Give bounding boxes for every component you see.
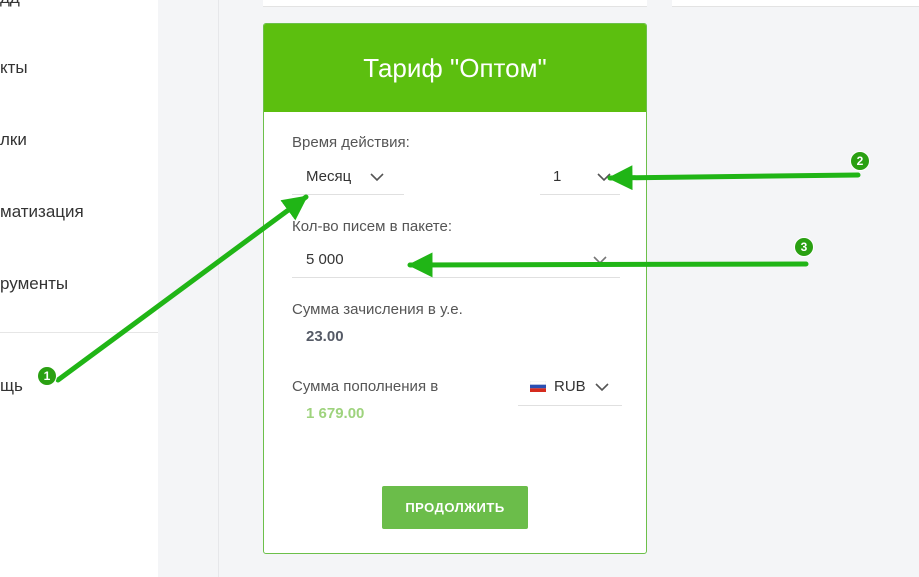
- sidebar-item-top[interactable]: дд: [0, 0, 20, 8]
- sidebar-item-automation[interactable]: матизация: [0, 202, 84, 222]
- letters-label: Кол-во писем в пакете:: [292, 218, 453, 235]
- annotation-badge-1: 1: [37, 366, 57, 386]
- topup-value: 1 679.00: [306, 405, 365, 422]
- period-select-value: Месяц: [306, 168, 352, 185]
- top-card-left: [263, 0, 647, 7]
- sidebar-divider: [0, 332, 158, 333]
- sidebar: дд кты лки матизация рументы щь: [0, 0, 158, 577]
- chevron-down-icon: [370, 172, 384, 181]
- count-select[interactable]: 1: [540, 159, 620, 195]
- duration-label: Время действия:: [292, 134, 410, 151]
- chevron-down-icon: [593, 255, 607, 264]
- annotation-badge-2: 2: [850, 151, 870, 171]
- currency-select-value: RUB: [554, 378, 586, 395]
- sidebar-item-contacts[interactable]: кты: [0, 58, 28, 78]
- top-card-right: [672, 0, 919, 7]
- arrow-2: [607, 165, 861, 191]
- continue-button[interactable]: ПРОДОЛЖИТЬ: [382, 486, 528, 529]
- sidebar-item-mailings[interactable]: лки: [0, 130, 27, 150]
- credit-value: 23.00: [306, 328, 344, 345]
- sidebar-item-help[interactable]: щь: [0, 376, 23, 396]
- chevron-down-icon: [595, 382, 609, 391]
- letters-select[interactable]: 5 000: [292, 242, 620, 278]
- period-select[interactable]: Месяц: [292, 159, 404, 195]
- topup-label: Сумма пополнения в: [292, 378, 439, 395]
- tariff-card: Тариф "Оптом" Время действия: Месяц 1 Ко…: [263, 23, 647, 554]
- page: дд кты лки матизация рументы щь Тариф "О…: [0, 0, 919, 577]
- sidebar-item-tools[interactable]: рументы: [0, 274, 68, 294]
- credit-label: Сумма зачисления в у.е.: [292, 301, 463, 318]
- count-select-value: 1: [553, 168, 562, 185]
- currency-select[interactable]: RUB: [518, 368, 622, 406]
- tariff-card-header: Тариф "Оптом": [264, 24, 646, 112]
- russia-flag-icon: [530, 381, 546, 392]
- content-divider: [218, 0, 219, 577]
- annotation-badge-3: 3: [794, 237, 814, 257]
- letters-select-value: 5 000: [306, 251, 344, 268]
- tariff-title: Тариф "Оптом": [363, 52, 547, 83]
- chevron-down-icon: [597, 172, 611, 181]
